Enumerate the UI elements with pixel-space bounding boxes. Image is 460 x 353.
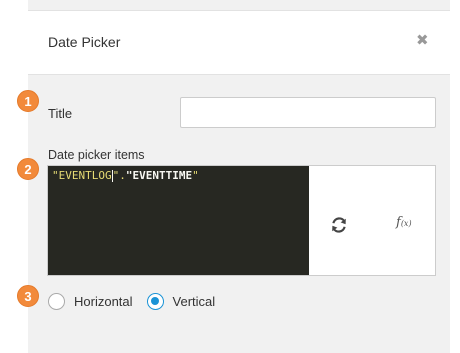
dialog-header: Date Picker ✖ — [28, 11, 450, 75]
orientation-radio-group: Horizontal Vertical — [48, 291, 215, 311]
date-picker-items-label: Date picker items — [48, 148, 145, 162]
code-token: "EVENTTIME — [125, 169, 193, 182]
code-token: "EVENTLOG — [52, 169, 112, 182]
title-label: Title — [48, 106, 73, 121]
radio-horizontal[interactable] — [48, 292, 65, 310]
dialog-title: Date Picker — [48, 34, 121, 50]
radio-horizontal-label[interactable]: Horizontal — [74, 294, 133, 309]
radio-vertical[interactable] — [146, 292, 164, 310]
step-badge-2: 2 — [17, 158, 39, 180]
fx-x-glyph: (x) — [400, 219, 412, 228]
close-icon[interactable]: ✖ — [416, 33, 429, 49]
code-token: ". — [112, 169, 126, 182]
function-icon[interactable]: f(x) — [396, 215, 416, 233]
refresh-icon[interactable] — [331, 217, 347, 233]
expression-editor[interactable]: "EVENTLOG"."EVENTTIME" — [48, 166, 309, 275]
code-token: " — [192, 169, 199, 182]
step-badge-1: 1 — [17, 90, 39, 112]
step-badge-3: 3 — [17, 285, 39, 307]
title-input[interactable] — [180, 97, 436, 128]
radio-vertical-label[interactable]: Vertical — [173, 294, 216, 309]
